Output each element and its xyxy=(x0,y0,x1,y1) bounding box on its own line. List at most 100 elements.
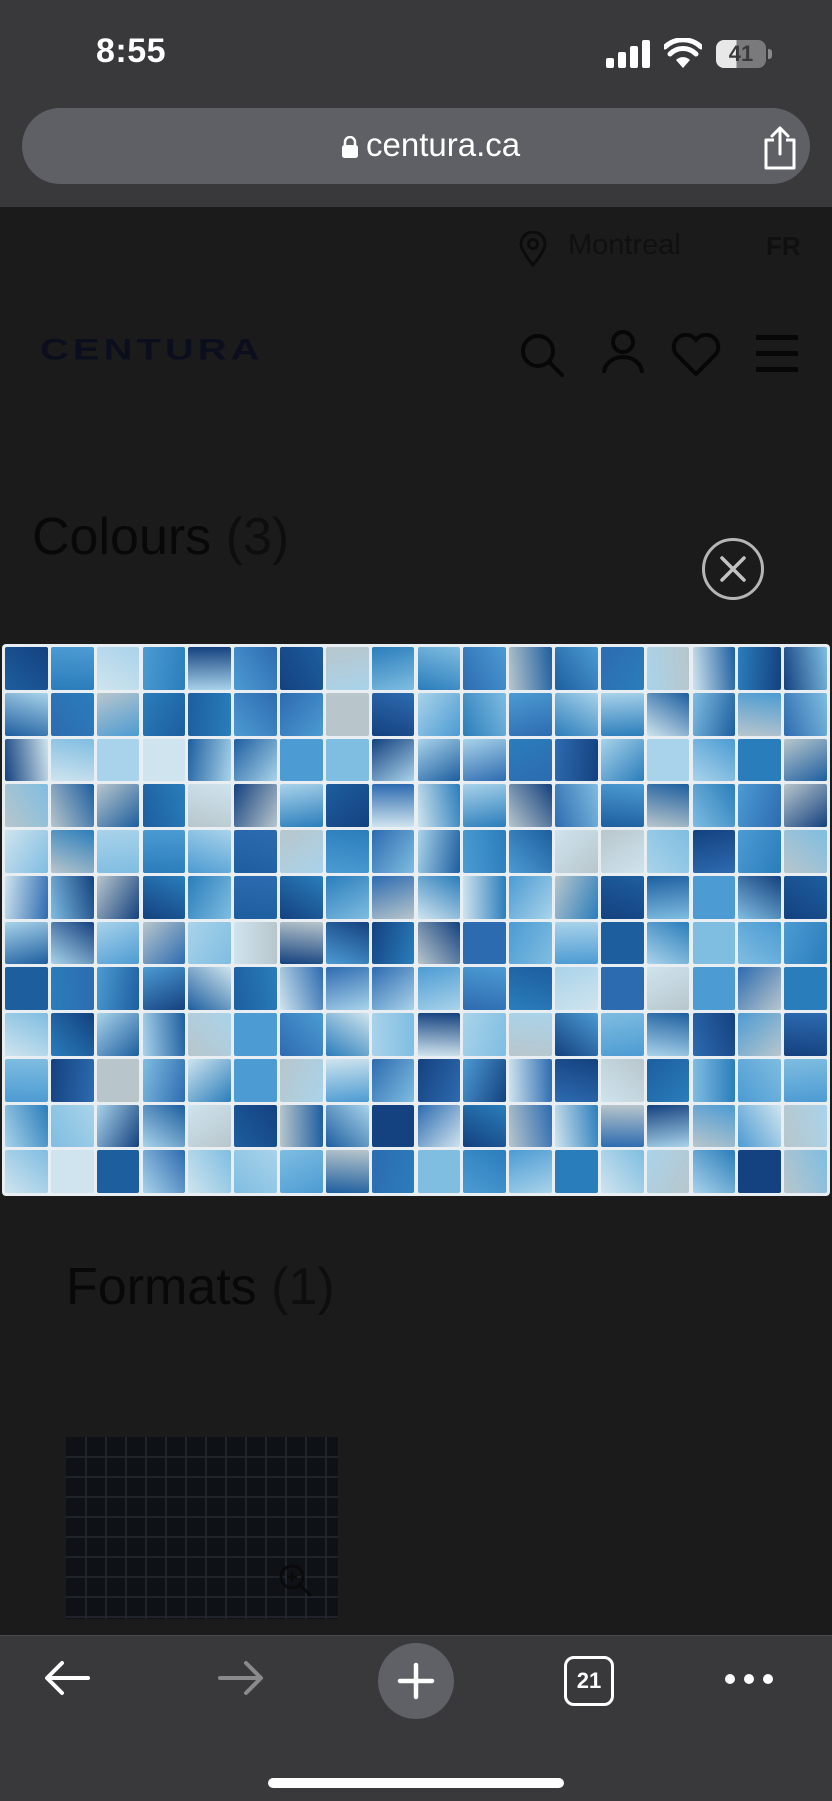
mosaic-tile xyxy=(555,1104,598,1148)
mosaic-tile xyxy=(646,738,690,782)
mosaic-tile-image xyxy=(2,644,830,1196)
mosaic-tile xyxy=(692,784,736,827)
mosaic-tile xyxy=(509,921,552,965)
mosaic-tile xyxy=(96,692,140,736)
mosaic-tile xyxy=(325,1150,369,1193)
mosaic-tile xyxy=(600,1104,644,1148)
mosaic-tile xyxy=(646,647,690,690)
more-icon[interactable] xyxy=(724,1673,774,1685)
mosaic-tile xyxy=(325,738,369,782)
formats-heading: Formats (1) xyxy=(66,1257,335,1317)
zoom-in-icon[interactable] xyxy=(277,1562,313,1598)
share-icon[interactable] xyxy=(762,126,798,170)
mosaic-tile xyxy=(280,875,323,919)
mosaic-tile xyxy=(325,647,369,690)
mosaic-tile xyxy=(142,921,186,965)
mosaic-tile xyxy=(96,647,140,690)
mosaic-tile xyxy=(5,875,48,919)
mosaic-tile xyxy=(234,1013,277,1056)
site-logo[interactable]: CENTURA xyxy=(40,333,264,367)
mosaic-tile xyxy=(692,738,736,782)
mosaic-tile xyxy=(463,875,507,919)
mosaic-tile xyxy=(371,1150,415,1193)
mosaic-tile xyxy=(5,830,48,873)
mosaic-tile xyxy=(555,784,598,827)
mosaic-tile xyxy=(96,1104,140,1148)
mosaic-tile xyxy=(738,1104,782,1148)
mosaic-tile xyxy=(142,830,186,873)
mosaic-tile xyxy=(463,1150,507,1193)
new-tab-button[interactable] xyxy=(378,1643,454,1719)
wifi-icon xyxy=(664,38,702,68)
mosaic-tile xyxy=(96,830,140,873)
mosaic-tile xyxy=(600,1013,644,1056)
mosaic-tile xyxy=(646,784,690,827)
mosaic-tile xyxy=(142,738,186,782)
mosaic-tile xyxy=(234,1058,277,1102)
mosaic-tile xyxy=(600,647,644,690)
mosaic-tile xyxy=(96,1150,140,1193)
mosaic-tile xyxy=(96,784,140,827)
mosaic-tile xyxy=(646,692,690,736)
address-bar[interactable]: centura.ca xyxy=(22,108,810,184)
mosaic-tile xyxy=(509,1104,552,1148)
mosaic-tile xyxy=(96,1058,140,1102)
mosaic-tile xyxy=(555,647,598,690)
menu-icon[interactable] xyxy=(756,335,798,373)
mosaic-tile xyxy=(5,967,48,1010)
mosaic-tile xyxy=(96,967,140,1010)
heart-icon[interactable] xyxy=(670,333,722,377)
mosaic-tile xyxy=(692,1150,736,1193)
mosaic-tile xyxy=(325,967,369,1010)
mosaic-tile xyxy=(371,1058,415,1102)
mosaic-tile xyxy=(555,1013,598,1056)
mosaic-tile xyxy=(188,967,232,1010)
mosaic-tile xyxy=(188,921,232,965)
location-selector[interactable]: Montreal xyxy=(568,229,681,262)
search-icon[interactable] xyxy=(518,331,566,379)
mosaic-tile xyxy=(555,921,598,965)
format-thumbnail[interactable] xyxy=(66,1437,338,1619)
mosaic-tile xyxy=(371,967,415,1010)
tabs-count: 21 xyxy=(576,1668,602,1693)
mosaic-tile xyxy=(417,1058,461,1102)
account-icon[interactable] xyxy=(600,329,646,375)
mosaic-tile xyxy=(5,1104,48,1148)
mosaic-tile xyxy=(280,1058,323,1102)
mosaic-tile xyxy=(509,738,552,782)
mosaic-tile xyxy=(50,830,94,873)
language-toggle[interactable]: FR xyxy=(766,231,801,262)
mosaic-tile xyxy=(692,647,736,690)
mosaic-tile xyxy=(784,1013,827,1056)
forward-arrow-icon[interactable] xyxy=(216,1658,266,1698)
mosaic-tile xyxy=(325,830,369,873)
mosaic-tile xyxy=(234,1150,277,1193)
mosaic-tile xyxy=(692,1104,736,1148)
back-arrow-icon[interactable] xyxy=(42,1658,92,1698)
mosaic-tile xyxy=(188,1150,232,1193)
mosaic-tile xyxy=(50,875,94,919)
mosaic-tile xyxy=(417,692,461,736)
mosaic-tile xyxy=(371,830,415,873)
mosaic-tile xyxy=(784,784,827,827)
tabs-button[interactable]: 21 xyxy=(564,1656,614,1706)
mosaic-tile xyxy=(600,830,644,873)
mosaic-tile xyxy=(417,1104,461,1148)
mosaic-tile xyxy=(371,692,415,736)
location-pin-icon[interactable] xyxy=(518,231,548,267)
mosaic-tile xyxy=(417,647,461,690)
close-lightbox-button[interactable] xyxy=(702,538,764,600)
mosaic-tile xyxy=(280,647,323,690)
mosaic-tile xyxy=(280,921,323,965)
formats-label: Formats xyxy=(66,1258,257,1316)
mosaic-tile xyxy=(50,738,94,782)
mosaic-tile xyxy=(463,1058,507,1102)
mosaic-tile xyxy=(600,875,644,919)
mosaic-tile xyxy=(50,1058,94,1102)
mosaic-tile xyxy=(5,1013,48,1056)
mosaic-tile xyxy=(325,921,369,965)
mosaic-tile xyxy=(784,1058,827,1102)
mosaic-tile xyxy=(50,1104,94,1148)
home-indicator xyxy=(268,1778,564,1788)
mosaic-tile xyxy=(5,1058,48,1102)
